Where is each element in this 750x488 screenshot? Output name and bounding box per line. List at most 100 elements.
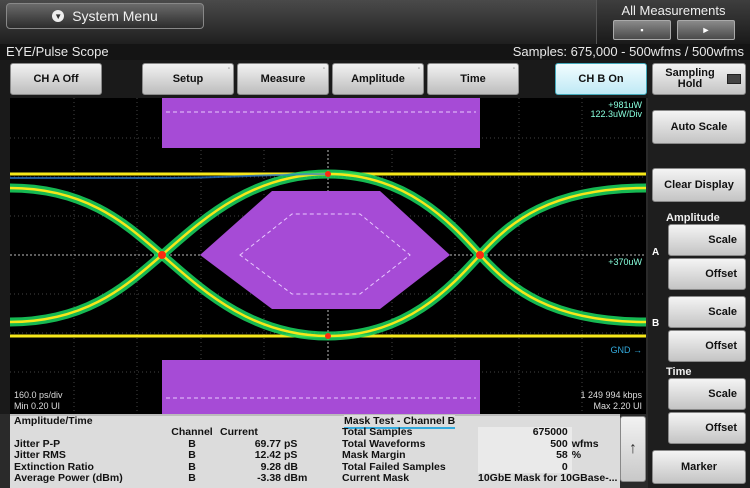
channel-a-marker: A [652, 247, 660, 258]
mask-test-table: Mask Test - Channel B Total Samples 6750… [338, 415, 620, 488]
hold-indicator [727, 74, 741, 84]
header-cell [284, 427, 318, 439]
scale-label: Scale [708, 234, 737, 246]
amplitude-time-title: Amplitude/Time [14, 415, 93, 427]
amplitude-offset-button[interactable]: Offset [668, 258, 746, 290]
row-channel: B [188, 472, 196, 484]
row-value: 0 [478, 461, 572, 473]
marker-label: Marker [680, 461, 718, 473]
lower-mask [162, 360, 480, 414]
row-unit: % [571, 449, 582, 461]
system-menu-label: System Menu [72, 8, 158, 24]
ch-a-label: CH A Off [33, 73, 79, 85]
amplitude-scale-b-button[interactable]: Scale [668, 296, 746, 328]
row-unit: pS [284, 449, 298, 461]
marker-button[interactable]: Marker [652, 450, 746, 484]
row-value: 12.42 [254, 449, 281, 461]
ch-b-label: CH B On [578, 73, 624, 85]
auto-scale-button[interactable]: Auto Scale [652, 110, 746, 144]
eye-diagram [10, 98, 646, 414]
time-scale-button[interactable]: Scale [668, 378, 746, 410]
offset-label: Offset [705, 340, 737, 352]
row-label: Average Power (dBm) [14, 472, 123, 484]
header-cell: Channel [171, 426, 213, 438]
right-panel: Sampling Hold Auto Scale Clear Display A… [648, 60, 750, 488]
scale-label: Scale [708, 388, 737, 400]
row-label: Total Samples [342, 426, 413, 438]
row-value: -3.38 [257, 472, 281, 484]
table-row: Jitter RMS B 12.42 pS [14, 449, 318, 462]
sampling-hold-label: Sampling Hold [665, 67, 715, 90]
stop-button[interactable]: ▪ [613, 20, 671, 40]
bitrate-readout: 1 249 994 kbps [580, 390, 642, 400]
measure-button[interactable]: Measure ▫ [237, 63, 329, 95]
center-mask [200, 191, 450, 309]
all-measurements-label: All Measurements [621, 3, 726, 18]
play-icon: ► [701, 25, 711, 35]
time-per-div-readout: 160.0 ps/div [14, 390, 63, 400]
offset-label: Offset [705, 422, 737, 434]
title-strip: EYE/Pulse Scope Samples: 675,000 - 500wf… [0, 44, 750, 60]
max-ui-readout: Max 2.20 UI [593, 401, 642, 411]
setup-button[interactable]: Setup ▫ [142, 63, 234, 95]
row-channel: B [188, 449, 196, 461]
amplitude-section-label: Amplitude [666, 212, 720, 224]
auto-scale-label: Auto Scale [670, 121, 728, 133]
offset-label: Offset [705, 268, 737, 280]
scale-label: Scale [708, 306, 737, 318]
submenu-icon: ▫ [227, 66, 230, 72]
ch-a-button[interactable]: CH A Off [10, 63, 102, 95]
row-unit [572, 427, 618, 439]
samples-readout: Samples: 675,000 - 500wfms / 500wfms [512, 44, 744, 59]
row-unit [572, 462, 618, 474]
run-button[interactable]: ► [677, 20, 735, 40]
results-panel: Amplitude/Time Channel Current Jitter P-… [10, 414, 620, 488]
gnd-marker: GND → [610, 345, 642, 355]
header-cell [14, 427, 164, 439]
measure-label: Measure [260, 73, 306, 85]
stop-icon: ▪ [640, 25, 644, 35]
table-row: Total Samples 675000 [342, 426, 618, 439]
clear-display-label: Clear Display [664, 179, 734, 191]
toolbar: CH A Off Setup ▫ Measure ▫ Amplitude ▫ Time… [0, 60, 648, 98]
table-row: Average Power (dBm) B -3.38 dBm [14, 472, 318, 485]
row-value: 58 [478, 449, 572, 462]
row-value: 675000 [478, 426, 572, 439]
gnd-label: GND [610, 345, 631, 355]
ch-b-button[interactable]: CH B On [555, 63, 647, 95]
submenu-icon: ▫ [512, 66, 515, 72]
header-cell: Current [220, 426, 258, 438]
amplitude-scale-button[interactable]: Scale [668, 224, 746, 256]
time-section-label: Time [666, 366, 692, 378]
row-unit: dBm [284, 472, 308, 484]
arrow-right-icon: → [633, 345, 642, 355]
chevron-down-icon: ▼ [52, 10, 65, 22]
scope-display[interactable]: +981uW 122.3uW/Div +370uW GND → 160.0 ps… [10, 98, 646, 414]
time-button[interactable]: Time ▫ [427, 63, 519, 95]
left-edge [0, 98, 10, 414]
time-offset-button[interactable]: Offset [668, 412, 746, 444]
scroll-up-button[interactable]: ↑ [620, 416, 646, 482]
current-mask-label: Current Mask [342, 472, 410, 484]
table-row: Current Mask 10GbE Mask for 10GBase-... [342, 472, 617, 485]
clear-display-button[interactable]: Clear Display [652, 168, 746, 202]
amplitude-time-table: Amplitude/Time Channel Current Jitter P-… [10, 415, 334, 488]
time-label: Time [460, 73, 486, 85]
current-mask-value[interactable]: 10GbE Mask for 10GBase-... [478, 473, 617, 485]
system-menu-button[interactable]: ▼ System Menu [6, 3, 204, 29]
top-bar: ▼ System Menu All Measurements ▪ ► [0, 0, 750, 44]
table-row: Mask Margin 58 % [342, 449, 617, 462]
arrow-up-icon: ↑ [629, 440, 637, 457]
vertical-scale-readout: 122.3uW/Div [590, 109, 642, 119]
channel-b-marker: B [652, 318, 660, 329]
amplitude-button[interactable]: Amplitude ▫ [332, 63, 424, 95]
upper-mask [162, 98, 480, 148]
amplitude-offset-b-button[interactable]: Offset [668, 330, 746, 362]
setup-label: Setup [172, 73, 204, 85]
screen-title: EYE/Pulse Scope [6, 44, 109, 59]
offset-readout: +370uW [608, 257, 642, 267]
row-label: Mask Margin [342, 449, 406, 461]
submenu-icon: ▫ [322, 66, 325, 72]
amplitude-label: Amplitude [351, 73, 405, 85]
sampling-hold-button[interactable]: Sampling Hold [652, 63, 746, 95]
